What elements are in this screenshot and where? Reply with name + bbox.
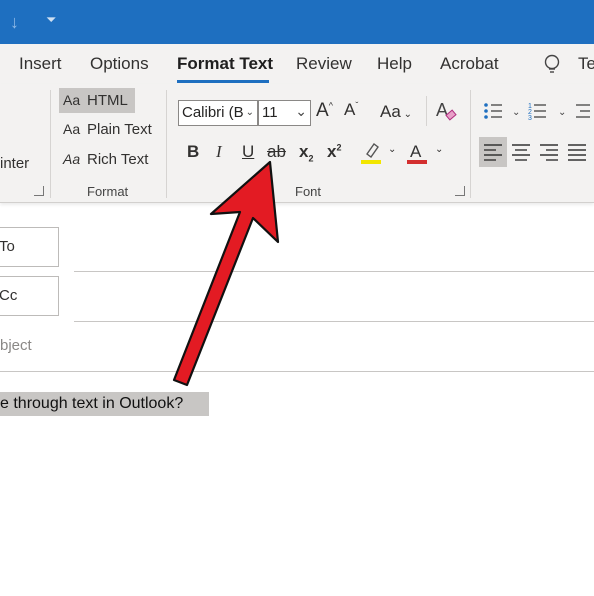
group-separator (426, 96, 427, 126)
highlighter-icon[interactable] (359, 140, 385, 166)
multilevel-list-icon (576, 104, 590, 118)
active-tab-indicator (177, 80, 269, 83)
font-name-combo[interactable]: Calibri (B ⌄ (178, 100, 258, 126)
cc-button[interactable]: Cc (0, 276, 59, 316)
align-right-icon (540, 144, 558, 161)
tab-insert[interactable]: Insert (19, 54, 62, 74)
title-bar: ↓ ⏷ (0, 0, 594, 44)
group-separator (166, 90, 167, 198)
group-separator (470, 90, 471, 198)
html-option[interactable]: HTML (87, 92, 128, 109)
format-group-label: Format (87, 184, 129, 199)
ribbon-tabs: Insert Options Format Text Review Help A… (0, 44, 594, 84)
align-left-icon (484, 144, 502, 161)
svg-text:⌄: ⌄ (558, 107, 566, 118)
plain-text-option[interactable]: Plain Text (87, 121, 152, 138)
svg-text:A: A (410, 142, 422, 161)
grow-font-icon[interactable]: A^ (316, 100, 333, 122)
svg-text:3: 3 (528, 115, 532, 122)
superscript-button[interactable]: x2 (327, 142, 341, 162)
tab-help[interactable]: Help (377, 54, 412, 74)
font-name-value: Calibri (B (182, 104, 244, 121)
font-launcher-icon[interactable] (455, 186, 465, 196)
lightbulb-icon[interactable] (542, 54, 562, 76)
alignment-buttons (484, 144, 586, 161)
tab-acrobat[interactable]: Acrobat (440, 54, 499, 74)
change-case-button[interactable]: Aa ⌄ (380, 102, 412, 122)
align-center-icon (512, 144, 530, 161)
arrow-down-icon[interactable]: ↓ (10, 12, 19, 33)
format-painter-label[interactable]: inter (0, 155, 29, 172)
rich-text-icon: Aa (63, 151, 81, 167)
message-body-text[interactable]: e through text in Outlook? (0, 395, 183, 413)
italic-button[interactable]: I (216, 142, 222, 162)
font-color-icon[interactable]: A (405, 140, 431, 166)
font-size-value: 11 (262, 104, 278, 121)
group-separator (50, 90, 51, 198)
bold-button[interactable]: B (187, 142, 199, 162)
to-label: To (0, 238, 15, 255)
tab-tell-me[interactable]: Te (578, 54, 594, 74)
chevron-down-icon[interactable]: ⌄ (388, 144, 396, 155)
cc-label: Cc (0, 287, 18, 304)
tab-options[interactable]: Options (90, 54, 149, 74)
numbering-icon: 1 2 3 ⌄ (528, 103, 566, 122)
chevron-down-icon[interactable]: ⌄ (435, 144, 443, 155)
html-icon: Aa (63, 92, 81, 108)
font-size-combo[interactable]: 11 ⌄ (258, 100, 311, 126)
justify-icon (568, 144, 586, 161)
list-buttons: ⌄ 1 2 3 ⌄ (484, 103, 590, 122)
plain-text-icon: Aa (63, 121, 81, 137)
clear-formatting-icon[interactable]: A (434, 98, 458, 124)
clipboard-launcher-icon[interactable] (34, 186, 44, 196)
svg-text:A: A (436, 100, 448, 120)
subscript-button[interactable]: x2 (299, 142, 313, 163)
subject-placeholder[interactable]: bject (0, 337, 32, 354)
subject-underline (0, 371, 594, 372)
to-field-underline[interactable] (74, 271, 594, 272)
chevron-down-icon: ⌄ (295, 103, 307, 119)
strikethrough-button[interactable]: ab (267, 142, 286, 162)
underline-button[interactable]: U (242, 142, 254, 162)
chevron-down-icon: ⌄ (245, 107, 254, 118)
shrink-font-icon[interactable]: Aˇ (344, 100, 358, 120)
cc-field-underline[interactable] (74, 321, 594, 322)
tab-format-text[interactable]: Format Text (177, 54, 273, 74)
bullets-icon: ⌄ (484, 103, 520, 119)
rich-text-option[interactable]: Rich Text (87, 151, 148, 168)
quick-access-customize-icon[interactable]: ⏷ (46, 12, 56, 28)
tab-review[interactable]: Review (296, 54, 352, 74)
ribbon: inter Aa HTML Aa Plain Text Aa Rich Text… (0, 84, 594, 203)
change-case-label: Aa (380, 102, 401, 121)
font-group-label: Font (295, 184, 322, 199)
svg-text:⌄: ⌄ (512, 107, 520, 118)
to-button[interactable]: To (0, 227, 59, 267)
